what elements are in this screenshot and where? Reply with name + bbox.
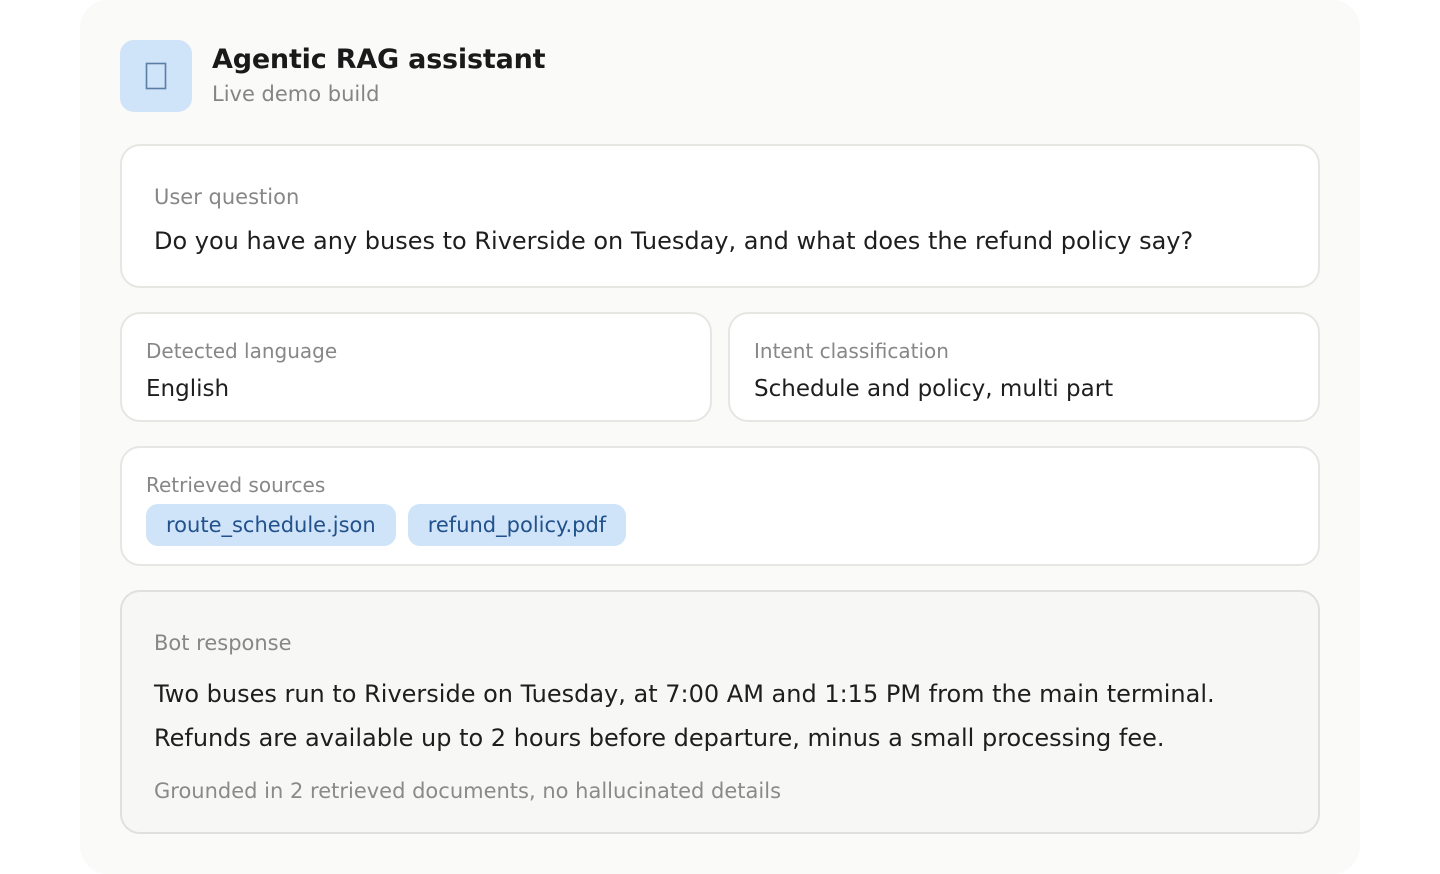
detected-language-value: English: [146, 376, 230, 402]
detected-language-card: Detected language English: [120, 312, 712, 422]
user-question-text: Do you have any buses to Riverside on Tu…: [154, 227, 1194, 255]
source-chip-route-schedule[interactable]: route_schedule.json: [146, 504, 396, 546]
retrieved-sources-card: Retrieved sources route_schedule.json re…: [120, 446, 1320, 566]
intent-classification-label: Intent classification: [754, 339, 949, 363]
app-logo-icon: [120, 40, 192, 112]
bot-response-line: Refunds are available up to 2 hours befo…: [154, 724, 1165, 752]
app-header-text: Agentic RAG assistant Live demo build: [212, 43, 546, 109]
bot-response-label: Bot response: [154, 631, 292, 655]
placeholder-glyph-icon: [145, 62, 167, 90]
app-header: Agentic RAG assistant Live demo build: [120, 40, 546, 112]
source-chip-list: route_schedule.json refund_policy.pdf: [146, 504, 638, 546]
grounding-note: Grounded in 2 retrieved documents, no ha…: [154, 779, 782, 803]
app-subtitle: Live demo build: [212, 82, 380, 106]
detected-language-label: Detected language: [146, 339, 338, 363]
retrieved-sources-label: Retrieved sources: [146, 473, 326, 497]
assistant-panel: Agentic RAG assistant Live demo build Us…: [80, 0, 1360, 874]
bot-response-text: Two buses run to Riverside on Tuesday, a…: [154, 672, 1284, 760]
bot-response-card: Bot response Two buses run to Riverside …: [120, 590, 1320, 834]
source-chip-refund-policy[interactable]: refund_policy.pdf: [407, 504, 627, 546]
intent-classification-value: Schedule and policy, multi part: [754, 376, 1114, 402]
user-question-card: User question Do you have any buses to R…: [120, 144, 1320, 288]
bot-response-line: Two buses run to Riverside on Tuesday, a…: [154, 680, 1215, 708]
intent-classification-card: Intent classification Schedule and polic…: [728, 312, 1320, 422]
user-question-label: User question: [154, 185, 300, 209]
app-title: Agentic RAG assistant: [212, 44, 546, 75]
